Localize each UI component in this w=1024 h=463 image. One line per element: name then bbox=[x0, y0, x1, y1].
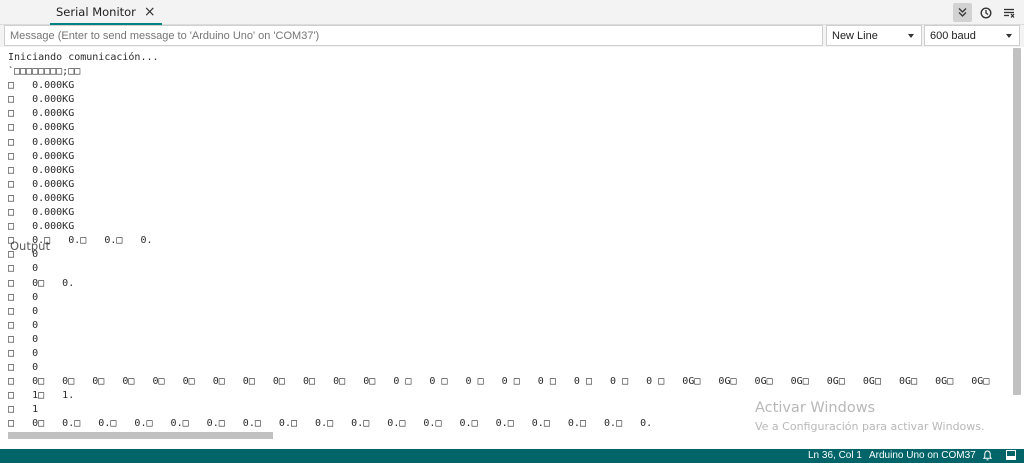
serial-output[interactable]: Iniciando comunicación... `□□□□□□□□;□□ □ 0… bbox=[0, 48, 1012, 443]
autoscroll-button[interactable] bbox=[953, 3, 972, 22]
serial-output-line: □ 0.000KG bbox=[8, 136, 75, 148]
message-input[interactable] bbox=[4, 25, 823, 46]
serial-output-line: □ 0 bbox=[8, 291, 39, 303]
chevron-down-icon bbox=[908, 34, 914, 38]
clock-icon bbox=[979, 6, 992, 19]
serial-output-line: □ 0.000KG bbox=[8, 108, 75, 120]
serial-output-line: □ 0□ 0□ 0□ 0□ 0□ 0□ 0□ 0□ 0□ 0□ 0□ 0□ 0 … bbox=[8, 376, 990, 388]
panel-icon bbox=[1006, 450, 1016, 460]
line-ending-value: New Line bbox=[832, 29, 878, 42]
line-ending-select[interactable]: New Line bbox=[826, 25, 922, 46]
toggle-panel-button[interactable] bbox=[1006, 450, 1016, 463]
serial-output-line: □ 0 bbox=[8, 362, 39, 374]
chevron-down-icon bbox=[1006, 34, 1012, 38]
horizontal-scrollbar-thumb[interactable] bbox=[8, 432, 273, 439]
serial-output-line: □ 0 bbox=[8, 305, 39, 317]
serial-output-line: □ 0 bbox=[8, 319, 39, 331]
cursor-position[interactable]: Ln 36, Col 1 bbox=[808, 450, 862, 461]
toolbar-icons bbox=[953, 3, 1018, 22]
bell-icon bbox=[982, 450, 993, 461]
tab-serial-monitor[interactable]: Serial Monitor × bbox=[50, 0, 162, 25]
watermark-subtitle: Ve a Configuración para activar Windows. bbox=[755, 420, 985, 433]
serial-output-line: □ 0.000KG bbox=[8, 80, 75, 92]
notifications-button[interactable] bbox=[982, 450, 993, 463]
watermark-title: Activar Windows bbox=[755, 400, 876, 416]
serial-output-line: □ 0.000KG bbox=[8, 94, 75, 106]
serial-output-line: □ 0.000KG bbox=[8, 164, 75, 176]
clear-output-button[interactable] bbox=[999, 3, 1018, 22]
serial-output-line: □ 0.000KG bbox=[8, 150, 75, 162]
baud-rate-select[interactable]: 600 baud bbox=[924, 25, 1020, 46]
serial-output-line: □ 0 bbox=[8, 333, 39, 345]
serial-output-line: Iniciando comunicación... bbox=[8, 52, 159, 63]
windows-activation-watermark: Activar Windows Ve a Configuración para … bbox=[755, 400, 985, 433]
baud-rate-value: 600 baud bbox=[930, 29, 976, 42]
serial-output-line: `□□□□□□□□;□□ bbox=[8, 66, 81, 78]
serial-output-line: □ 0.000KG bbox=[8, 221, 75, 233]
board-port-status[interactable]: Arduino Uno on COM37 bbox=[869, 450, 976, 461]
close-icon[interactable]: × bbox=[144, 5, 156, 19]
serial-output-line: □ 0 bbox=[8, 347, 39, 359]
toggle-timestamp-button[interactable] bbox=[976, 3, 995, 22]
tab-serial-monitor-label: Serial Monitor bbox=[56, 4, 136, 19]
serial-output-line: □ 0.000KG bbox=[8, 207, 75, 219]
double-chevron-down-icon bbox=[958, 8, 967, 17]
serial-output-line: □ 0.□ 0.□ 0.□ 0. bbox=[8, 235, 153, 247]
vertical-scrollbar-thumb[interactable] bbox=[1013, 48, 1021, 395]
serial-output-line: □ 0□ 0. bbox=[8, 277, 75, 289]
serial-output-line: □ 0.000KG bbox=[8, 122, 75, 134]
serial-output-line: □ 0.000KG bbox=[8, 178, 75, 190]
serial-output-line: □ 0.000KG bbox=[8, 192, 75, 204]
panel-tab-bar: Output Serial Monitor × bbox=[0, 0, 1024, 253]
serial-output-lines: Iniciando comunicación... `□□□□□□□□;□□ □ 0… bbox=[8, 51, 989, 432]
message-input-row: New Line 600 baud bbox=[0, 25, 1024, 47]
serial-output-line: □ 0 bbox=[8, 249, 39, 261]
serial-output-line: □ 0 bbox=[8, 263, 39, 275]
clear-output-icon bbox=[1003, 8, 1014, 18]
status-bar: Ln 36, Col 1 Arduino Uno on COM37 bbox=[0, 449, 1024, 463]
